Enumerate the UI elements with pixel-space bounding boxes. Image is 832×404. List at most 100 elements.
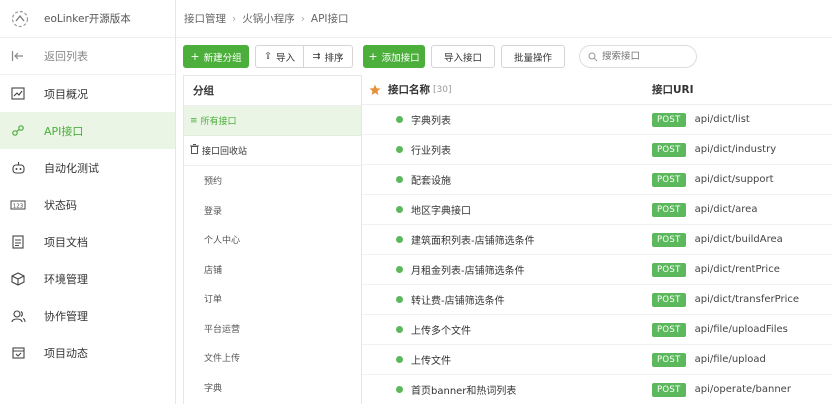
cube-icon bbox=[0, 271, 36, 286]
table-row[interactable]: 月租金列表-店铺筛选条件 POST api/dict/rentPrice bbox=[362, 255, 832, 285]
star-icon[interactable] bbox=[362, 84, 388, 96]
group-panel: 分组 ≡ 所有接口 接口回收站 预约 登录 个人中心 店铺 订单 平台运营 文件… bbox=[183, 75, 362, 404]
status-dot-icon bbox=[396, 206, 403, 213]
table-row[interactable]: 上传多个文件 POST api/file/uploadFiles bbox=[362, 315, 832, 345]
table-row[interactable]: 上传文件 POST api/file/upload bbox=[362, 345, 832, 375]
back-to-list-button[interactable]: 返回列表 bbox=[0, 38, 175, 75]
list-icon: ≡ bbox=[190, 115, 198, 126]
sidebar: eoLinker开源版本 返回列表 项目概况 API接口 自动化测试 123 状… bbox=[0, 0, 176, 404]
api-list: 接口名称 [30] 接口URI 字典列表 POST api/dict/list 行… bbox=[362, 75, 832, 404]
api-name: 转让费-店铺筛选条件 bbox=[411, 296, 505, 307]
sidebar-item-status-code[interactable]: 123 状态码 bbox=[0, 186, 175, 223]
chart-icon bbox=[0, 87, 36, 100]
column-header-name[interactable]: 接口名称 [30] bbox=[388, 82, 652, 97]
group-item[interactable]: 字典 bbox=[184, 373, 361, 403]
sidebar-item-auto-test[interactable]: 自动化测试 bbox=[0, 149, 175, 186]
api-uri: api/dict/buildArea bbox=[694, 234, 783, 245]
api-uri: api/operate/banner bbox=[694, 384, 791, 395]
group-item[interactable]: 登录 bbox=[184, 196, 361, 226]
toolbar: + 新建分组 ⇪ 导入 ⇉ 排序 + 添加接口 导入接口 批量操作 bbox=[176, 38, 832, 75]
method-badge: POST bbox=[652, 322, 686, 337]
search-input[interactable] bbox=[602, 51, 687, 62]
sidebar-item-collab[interactable]: 协作管理 bbox=[0, 297, 175, 334]
group-item[interactable]: 平台运营 bbox=[184, 314, 361, 344]
new-group-label: 新建分组 bbox=[203, 52, 242, 64]
search-icon bbox=[588, 52, 598, 61]
sidebar-item-docs[interactable]: 项目文档 bbox=[0, 223, 175, 260]
table-row[interactable]: 字典列表 POST api/dict/list bbox=[362, 105, 832, 135]
chevron-right-icon: › bbox=[300, 12, 305, 25]
column-name-label: 接口名称 bbox=[388, 84, 430, 96]
method-badge: POST bbox=[652, 202, 686, 217]
sidebar-item-overview[interactable]: 项目概况 bbox=[0, 75, 175, 112]
sidebar-item-label: 环境管理 bbox=[44, 272, 88, 286]
new-group-button[interactable]: + 新建分组 bbox=[183, 45, 249, 68]
api-uri: api/dict/transferPrice bbox=[694, 294, 800, 305]
sidebar-item-label: 项目概况 bbox=[44, 87, 88, 101]
search-box[interactable] bbox=[579, 45, 697, 68]
method-badge: POST bbox=[652, 352, 686, 367]
group-item[interactable]: 店铺 bbox=[184, 255, 361, 285]
eolinker-logo-icon bbox=[0, 0, 40, 38]
breadcrumb-item[interactable]: 接口管理 bbox=[184, 11, 226, 26]
add-api-label: 添加接口 bbox=[381, 52, 420, 64]
back-arrow-icon bbox=[0, 50, 36, 62]
status-dot-icon bbox=[396, 116, 403, 123]
method-badge: POST bbox=[652, 172, 686, 187]
sidebar-item-label: 状态码 bbox=[44, 198, 77, 212]
table-row[interactable]: 配套设施 POST api/dict/support bbox=[362, 165, 832, 195]
column-header-uri: 接口URI bbox=[652, 84, 694, 96]
robot-icon bbox=[0, 161, 36, 175]
breadcrumb: 接口管理 › 火锅小程序 › API接口 bbox=[176, 0, 832, 38]
table-row[interactable]: 地区字典接口 POST api/dict/area bbox=[362, 195, 832, 225]
sidebar-item-env[interactable]: 环境管理 bbox=[0, 260, 175, 297]
sidebar-item-label: 自动化测试 bbox=[44, 161, 99, 175]
sidebar-item-activity[interactable]: 项目动态 bbox=[0, 334, 175, 371]
document-icon bbox=[0, 234, 36, 249]
table-row[interactable]: 建筑面积列表-店铺筛选条件 POST api/dict/buildArea bbox=[362, 225, 832, 255]
breadcrumb-item[interactable]: 火锅小程序 bbox=[242, 11, 295, 26]
api-uri: api/dict/area bbox=[694, 204, 758, 215]
api-name: 行业列表 bbox=[411, 146, 451, 157]
status-dot-icon bbox=[396, 266, 403, 273]
api-name: 上传多个文件 bbox=[411, 326, 471, 337]
group-actions: ⇪ 导入 ⇉ 排序 bbox=[255, 45, 353, 68]
import-button[interactable]: ⇪ 导入 bbox=[256, 46, 304, 67]
batch-label: 批量操作 bbox=[513, 52, 552, 64]
group-item[interactable]: 订单 bbox=[184, 284, 361, 314]
sidebar-item-label: API接口 bbox=[44, 124, 84, 138]
table-row[interactable]: 行业列表 POST api/dict/industry bbox=[362, 135, 832, 165]
api-name: 字典列表 bbox=[411, 116, 451, 127]
status-dot-icon bbox=[396, 296, 403, 303]
plus-icon: + bbox=[190, 50, 200, 63]
batch-operation-button[interactable]: 批量操作 bbox=[501, 45, 565, 68]
group-item[interactable]: 文件上传 bbox=[184, 343, 361, 373]
status-dot-icon bbox=[396, 326, 403, 333]
sidebar-item-api[interactable]: API接口 bbox=[0, 112, 175, 149]
status-dot-icon bbox=[396, 146, 403, 153]
api-uri: api/file/upload bbox=[694, 354, 766, 365]
group-item[interactable]: 个人中心 bbox=[184, 225, 361, 255]
group-all-apis[interactable]: ≡ 所有接口 bbox=[184, 106, 361, 136]
group-label: 所有接口 bbox=[200, 117, 237, 127]
group-label: 接口回收站 bbox=[202, 147, 248, 157]
import-api-button[interactable]: 导入接口 bbox=[431, 45, 495, 68]
breadcrumb-item: API接口 bbox=[310, 13, 349, 25]
sidebar-item-label: 项目动态 bbox=[44, 346, 88, 360]
add-api-button[interactable]: + 添加接口 bbox=[363, 45, 425, 68]
status-dot-icon bbox=[396, 386, 403, 393]
sidebar-item-label: 项目文档 bbox=[44, 235, 88, 249]
api-name: 月租金列表-店铺筛选条件 bbox=[411, 266, 525, 277]
api-link-icon bbox=[0, 124, 36, 137]
api-uri: api/dict/list bbox=[694, 114, 750, 125]
status-dot-icon bbox=[396, 356, 403, 363]
group-item[interactable]: 预约 bbox=[184, 166, 361, 196]
method-badge: POST bbox=[652, 232, 686, 247]
method-badge: POST bbox=[652, 382, 686, 397]
sort-button[interactable]: ⇉ 排序 bbox=[304, 46, 352, 67]
sort-icon: ⇉ bbox=[312, 51, 321, 62]
table-row[interactable]: 转让费-店铺筛选条件 POST api/dict/transferPrice bbox=[362, 285, 832, 315]
group-recycle-bin[interactable]: 接口回收站 bbox=[184, 136, 361, 166]
method-badge: POST bbox=[652, 142, 686, 157]
table-row[interactable]: 首页banner和热词列表 POST api/operate/banner bbox=[362, 375, 832, 404]
